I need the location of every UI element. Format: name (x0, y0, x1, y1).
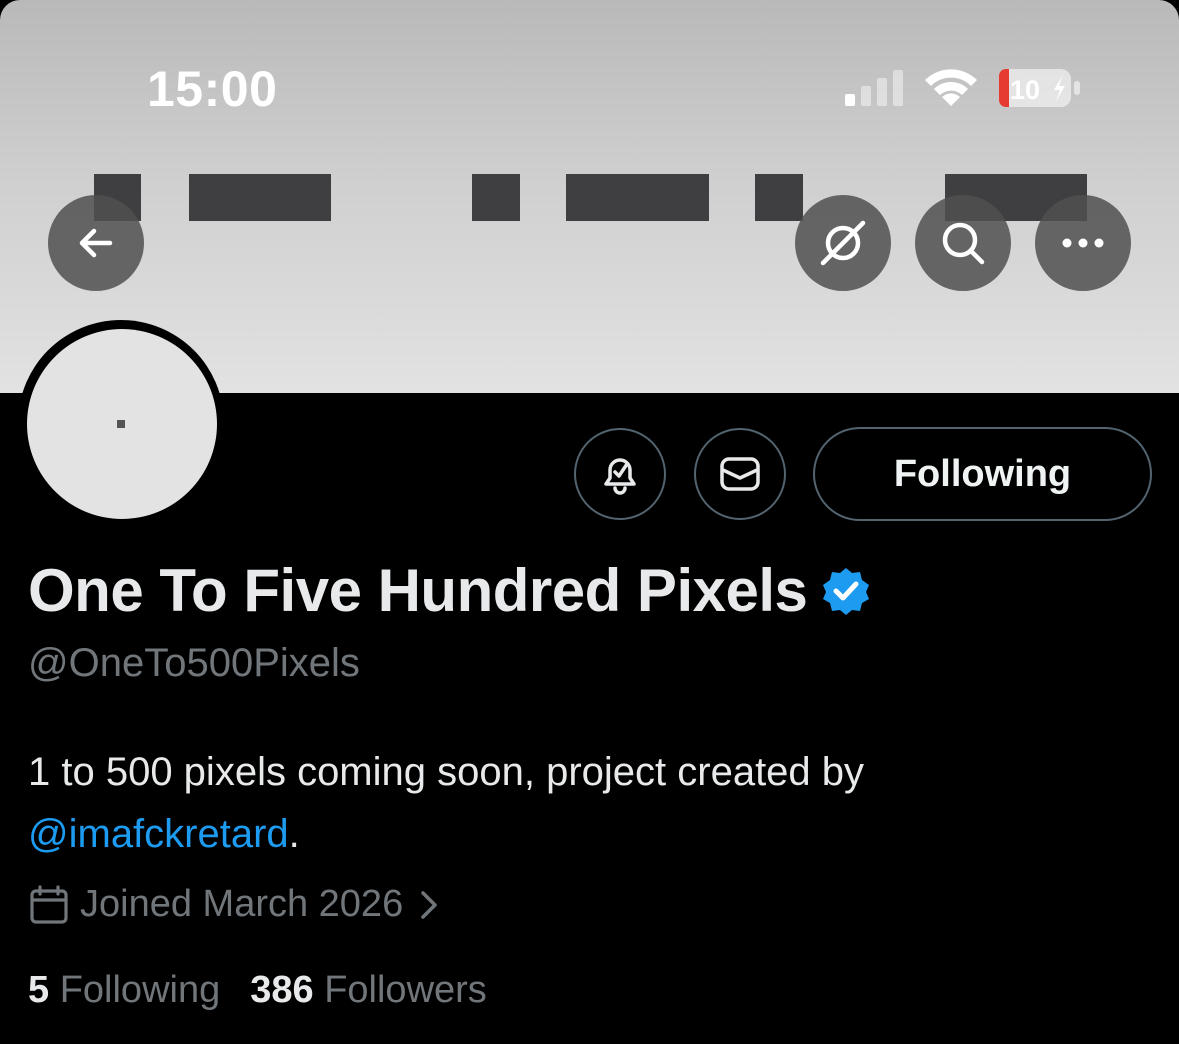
following-button[interactable]: Following (813, 427, 1152, 521)
joined-date-row[interactable]: Joined March 2026 (28, 883, 439, 926)
following-stat[interactable]: 5 Following (28, 969, 220, 1011)
cellular-signal-icon (845, 70, 903, 106)
following-label: Following (59, 969, 221, 1011)
banner-pixel (566, 174, 709, 221)
banner-pixel (472, 174, 520, 221)
bell-check-icon (604, 458, 636, 495)
banner-pixel (755, 174, 803, 221)
avatar-pixel (117, 420, 125, 428)
verified-badge-icon[interactable] (821, 566, 871, 616)
battery-icon: 10 (999, 69, 1080, 107)
notifications-button[interactable] (574, 428, 666, 520)
followers-label: Followers (324, 969, 487, 1011)
grok-icon (820, 220, 866, 266)
followers-count: 386 (250, 969, 314, 1011)
message-button[interactable] (694, 428, 786, 520)
profile-banner: 15:00 10 (0, 0, 1179, 393)
calendar-icon (30, 884, 68, 924)
bio-text: 1 to 500 pixels coming soon, project cre… (28, 750, 865, 794)
display-name: One To Five Hundred Pixels (28, 557, 808, 624)
more-icon (1062, 238, 1104, 248)
joined-date: Joined March 2026 (80, 883, 404, 925)
followers-stat[interactable]: 386 Followers (250, 969, 487, 1011)
back-button[interactable] (48, 195, 144, 291)
grok-button[interactable] (795, 195, 891, 291)
bio-mention-link[interactable]: @imafckretard (28, 812, 289, 856)
battery-level: 10 (1010, 75, 1040, 105)
following-count: 5 (28, 969, 50, 1011)
search-icon (942, 222, 985, 265)
wifi-icon (925, 69, 977, 106)
search-button[interactable] (915, 195, 1011, 291)
follow-stats: 5 Following 386 Followers (28, 969, 487, 1012)
envelope-icon (720, 457, 760, 491)
display-name-row: One To Five Hundred Pixels (28, 556, 871, 625)
arrow-left-icon (79, 228, 113, 258)
profile-bio: 1 to 500 pixels coming soon, project cre… (28, 741, 1128, 865)
status-time: 15:00 (147, 61, 278, 117)
bio-end: . (288, 812, 300, 856)
more-button[interactable] (1035, 195, 1131, 291)
banner-pixel (189, 174, 331, 221)
chevron-right-icon (421, 890, 437, 919)
user-handle: @OneTo500Pixels (28, 641, 360, 685)
